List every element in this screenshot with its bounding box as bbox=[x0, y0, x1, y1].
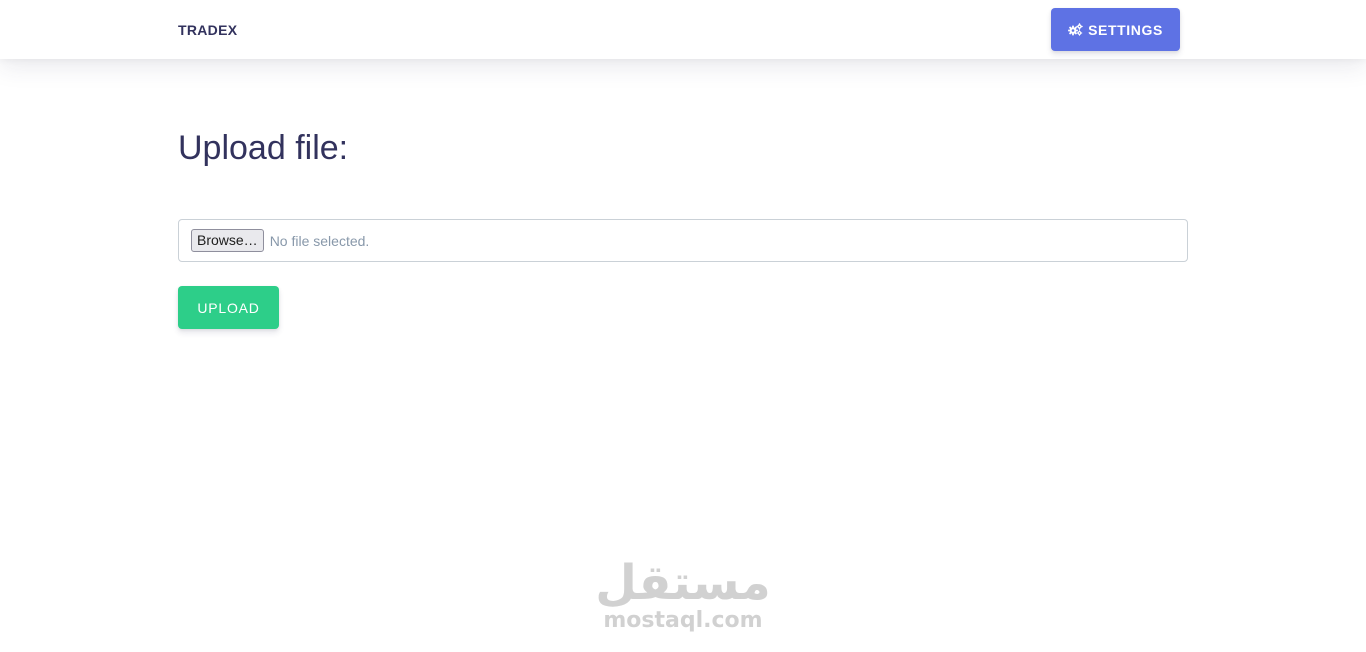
watermark-arabic: مستقل bbox=[595, 555, 771, 611]
cogs-icon bbox=[1068, 23, 1083, 36]
top-navbar: TRADEX SETTINGS bbox=[0, 0, 1366, 59]
page-title: Upload file: bbox=[178, 129, 349, 167]
file-input[interactable]: Browse… No file selected. bbox=[178, 219, 1188, 262]
browse-button[interactable]: Browse… bbox=[191, 229, 264, 252]
brand-link[interactable]: TRADEX bbox=[178, 21, 237, 39]
watermark: مستقل mostaql.com bbox=[583, 555, 783, 633]
settings-label: SETTINGS bbox=[1088, 21, 1163, 38]
upload-button[interactable]: UPLOAD bbox=[178, 286, 279, 329]
file-status-text: No file selected. bbox=[269, 232, 370, 249]
watermark-latin: mostaql.com bbox=[603, 608, 763, 633]
settings-button[interactable]: SETTINGS bbox=[1051, 8, 1180, 51]
